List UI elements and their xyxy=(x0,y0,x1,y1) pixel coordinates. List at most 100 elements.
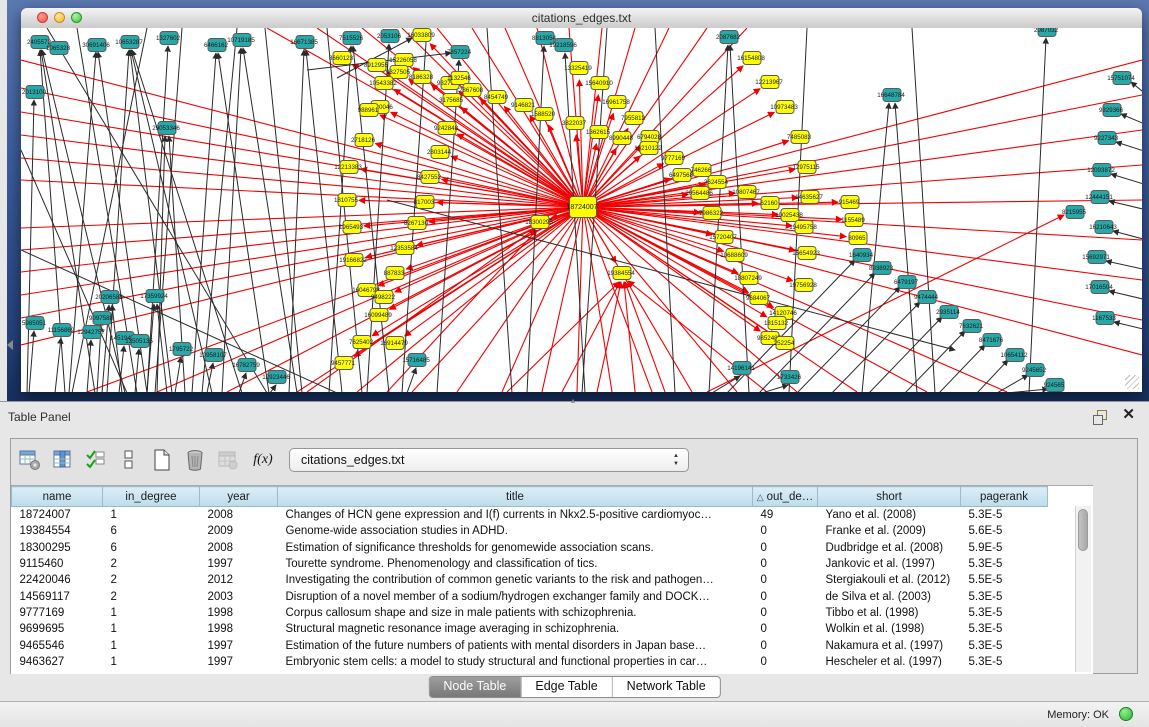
graph-node[interactable]: 1965493 xyxy=(339,221,364,234)
table-cell[interactable]: 1 xyxy=(103,507,200,524)
graph-node[interactable]: 8938923 xyxy=(869,262,894,275)
table-cell[interactable]: Embryonic stem cells: a model to study s… xyxy=(278,654,753,670)
table-cell[interactable]: Stergiakouli et al. (2012) xyxy=(818,572,961,588)
table-cell[interactable]: 0 xyxy=(753,605,818,621)
graph-node[interactable]: 16961758 xyxy=(602,96,630,109)
graph-node[interactable]: 1810755 xyxy=(334,194,359,207)
delete-table-icon[interactable] xyxy=(184,449,206,471)
graph-node[interactable]: 9457771 xyxy=(331,357,356,370)
graph-node[interactable]: 9498222 xyxy=(371,291,396,304)
graph-node[interactable]: 2013100 xyxy=(22,86,47,99)
table-select-dropdown[interactable]: citations_edges.txt ▲▼ xyxy=(289,448,689,472)
graph-node[interactable]: 18807249 xyxy=(734,272,762,285)
table-cell[interactable]: 5.3E-5 xyxy=(961,507,1048,524)
graph-node[interactable]: 887833 xyxy=(384,267,405,280)
column-header-short[interactable]: short xyxy=(818,487,961,507)
graph-node[interactable]: 15716485 xyxy=(402,354,430,367)
graph-node[interactable]: 8215955 xyxy=(1062,206,1087,219)
table-cell[interactable]: Tibbo et al. (1998) xyxy=(818,605,961,621)
graph-node[interactable]: 817003 xyxy=(414,196,435,209)
function-builder-icon[interactable]: f(x) xyxy=(250,452,276,468)
table-cell[interactable]: Corpus callosum shape and size in male p… xyxy=(278,605,753,621)
table-cell[interactable]: Nakamura et al. (1997) xyxy=(818,637,961,653)
table-cell[interactable]: 1997 xyxy=(200,556,278,572)
graph-node[interactable]: 12444151 xyxy=(1085,191,1113,204)
table-cell[interactable]: Franke et al. (2009) xyxy=(818,523,961,539)
graph-node[interactable]: 1815132 xyxy=(764,317,789,330)
graph-node[interactable]: 19384554 xyxy=(607,267,635,280)
window-titlebar[interactable]: citations_edges.txt xyxy=(21,8,1142,29)
graph-node[interactable]: 6479197 xyxy=(894,276,919,289)
graph-node[interactable]: 10654112 xyxy=(1000,349,1028,362)
graph-node[interactable]: 3822037 xyxy=(562,117,587,130)
graph-node[interactable]: 2867608 xyxy=(459,84,484,97)
graph-node[interactable]: 12923446 xyxy=(262,371,290,384)
table-cell[interactable]: Investigating the contribution of common… xyxy=(278,572,753,588)
graph-node[interactable]: 746266 xyxy=(691,164,712,177)
graph-node[interactable]: 14635627 xyxy=(795,191,823,204)
table-cell[interactable]: 9699695 xyxy=(12,621,103,637)
graph-node[interactable]: 10688609 xyxy=(720,249,748,262)
graph-node[interactable]: 10807467 xyxy=(732,186,760,199)
table-cell[interactable]: 2 xyxy=(103,588,200,604)
table-cell[interactable]: 9465546 xyxy=(12,637,103,653)
graph-node[interactable]: 8267130 xyxy=(404,217,429,230)
table-cell[interactable]: 0 xyxy=(753,540,818,556)
graph-node[interactable]: 2718126 xyxy=(351,134,376,147)
graph-node[interactable]: 16648784 xyxy=(877,89,905,102)
graph-node[interactable]: 30691406 xyxy=(82,39,110,52)
splitter-handle[interactable]: ▴ xyxy=(567,398,579,404)
float-panel-icon[interactable] xyxy=(1093,410,1107,424)
table-scrollbar[interactable] xyxy=(1075,506,1091,672)
graph-node[interactable]: 2053106 xyxy=(377,30,402,43)
window-resize-grip[interactable] xyxy=(1125,375,1139,389)
graph-node[interactable]: 1132546 xyxy=(447,72,471,85)
table-cell[interactable]: 49 xyxy=(753,507,818,524)
graph-node[interactable]: 12213967 xyxy=(755,76,783,89)
table-cell[interactable]: Hescheler et al. (1997) xyxy=(818,654,961,670)
graph-node[interactable]: 16210122 xyxy=(634,142,662,155)
graph-node[interactable]: 7625402 xyxy=(349,336,374,349)
table-cell[interactable]: Genome-wide association studies in ADHD. xyxy=(278,523,753,539)
graph-node[interactable]: 7515526 xyxy=(339,32,364,45)
table-row[interactable]: 946554611997Estimation of the future num… xyxy=(12,637,1048,653)
graph-node[interactable]: 7955812 xyxy=(621,112,646,125)
table-cell[interactable]: 0 xyxy=(753,637,818,653)
table-cell[interactable]: 5.3E-5 xyxy=(961,654,1048,670)
graph-node[interactable]: 16782759 xyxy=(232,359,260,372)
select-columns-icon[interactable] xyxy=(85,449,107,471)
graph-node[interactable]: 7632621 xyxy=(959,320,984,333)
column-header-title[interactable]: title xyxy=(278,487,753,507)
column-header-name[interactable]: name xyxy=(12,487,103,507)
graph-node[interactable]: 2087682 xyxy=(716,31,741,44)
table-cell[interactable]: 18724007 xyxy=(12,507,103,524)
table-cell[interactable]: 0 xyxy=(753,556,818,572)
graph-node[interactable]: 16033809 xyxy=(407,29,435,42)
graph-node[interactable]: 8186328 xyxy=(409,71,434,84)
graph-node[interactable]: 19495758 xyxy=(789,221,817,234)
graph-node[interactable]: 8471676 xyxy=(979,334,1004,347)
graph-node[interactable]: 12213383 xyxy=(334,161,362,174)
table-cell[interactable]: 0 xyxy=(753,621,818,637)
graph-node[interactable]: 2935114 xyxy=(936,306,960,319)
graph-node[interactable]: 19756928 xyxy=(789,279,817,292)
table-row[interactable]: 977716911998Corpus callosum shape and si… xyxy=(12,605,1048,621)
table-row[interactable]: 2242004622012Investigating the contribut… xyxy=(12,572,1048,588)
table-cell[interactable]: 9777169 xyxy=(12,605,103,621)
graph-node[interactable]: 252254 xyxy=(774,337,795,350)
graph-node[interactable]: 924565 xyxy=(1044,379,1065,392)
table-cell[interactable]: 5.5E-5 xyxy=(961,572,1048,588)
tab-edge-table[interactable]: Edge Table xyxy=(520,677,611,697)
graph-node[interactable]: 15692971 xyxy=(1082,251,1110,264)
graph-node[interactable]: 16099489 xyxy=(364,309,392,322)
table-row[interactable]: 1872400712008Changes of HCN gene express… xyxy=(12,507,1048,524)
table-mode-icon[interactable] xyxy=(19,449,41,471)
table-row[interactable]: 1830029562008Estimation of significance … xyxy=(12,540,1048,556)
graph-node[interactable]: 16671385 xyxy=(290,36,318,49)
table-cell[interactable]: Estimation of significance thresholds fo… xyxy=(278,540,753,556)
graph-node[interactable]: 10543382 xyxy=(369,77,397,90)
graph-node[interactable]: 1155489 xyxy=(841,214,865,227)
graph-node[interactable]: 1640934 xyxy=(849,249,874,262)
graph-node[interactable]: 1588520 xyxy=(531,108,556,121)
graph-node[interactable]: 1795722 xyxy=(169,343,194,356)
